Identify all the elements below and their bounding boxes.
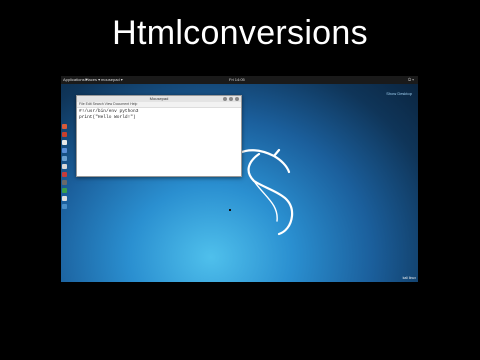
dock-app-icon[interactable]: [62, 156, 67, 161]
dock-app-icon[interactable]: [62, 204, 67, 209]
applications-menu[interactable]: Applications ▾: [63, 76, 88, 84]
dock-app-icon[interactable]: [62, 148, 67, 153]
top-panel: Applications ▾ Places ▾ mousepad ▾ Fri 1…: [61, 76, 418, 84]
dock-app-icon[interactable]: [62, 140, 67, 145]
places-menu[interactable]: Places ▾: [85, 76, 100, 84]
dock-app-icon[interactable]: [62, 196, 67, 201]
kali-brand: kali linux: [402, 276, 416, 280]
dock-app-icon[interactable]: [62, 180, 67, 185]
code-line: print("Hello World!"): [79, 115, 136, 120]
dock-app-icon[interactable]: [62, 164, 67, 169]
maximize-icon[interactable]: [229, 97, 233, 101]
active-app-menu[interactable]: mousepad ▾: [101, 76, 123, 84]
clock[interactable]: Fri 14:05: [229, 76, 245, 84]
dock-app-icon[interactable]: [62, 172, 67, 177]
window-title: Mousepad: [149, 96, 169, 101]
dock-app-icon[interactable]: [62, 188, 67, 193]
mousepad-window[interactable]: Mousepad File Edit Search View Document …: [76, 95, 242, 177]
dock-app-icon[interactable]: [62, 132, 67, 137]
window-titlebar[interactable]: Mousepad: [77, 96, 241, 102]
show-desktop-label[interactable]: Show Desktop: [386, 91, 412, 96]
dock: [61, 124, 69, 214]
close-icon[interactable]: [235, 97, 239, 101]
dock-app-icon[interactable]: [62, 124, 67, 129]
desktop-screenshot: Applications ▾ Places ▾ mousepad ▾ Fri 1…: [61, 76, 418, 282]
minimize-icon[interactable]: [223, 97, 227, 101]
system-tray-icons[interactable]: ⏻ ▾: [408, 76, 414, 84]
code-editor[interactable]: #!/usr/bin/env python3 print("Hello World…: [77, 108, 241, 122]
mouse-cursor: [229, 209, 231, 211]
banner-title: Htmlconversions: [112, 14, 368, 52]
